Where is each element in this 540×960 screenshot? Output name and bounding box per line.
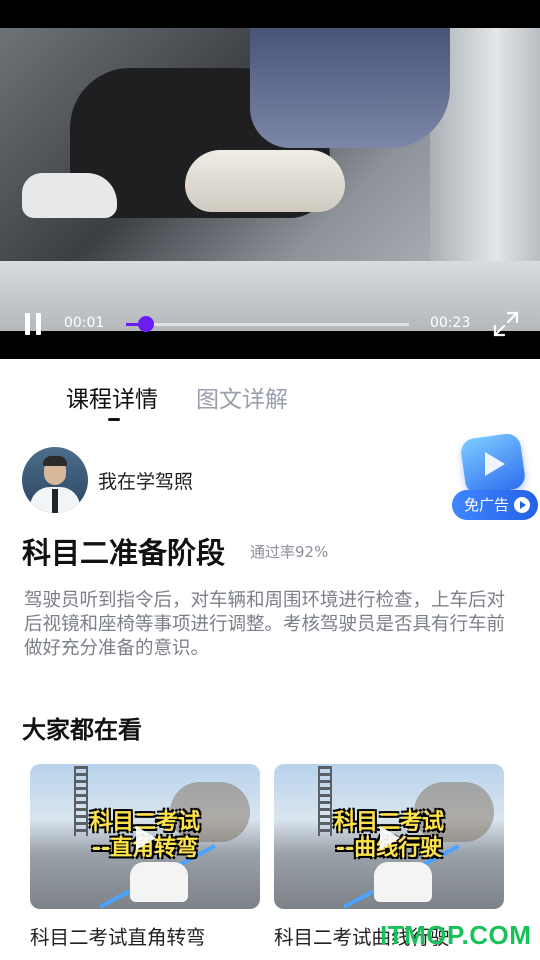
author-row[interactable]: 我在学驾照 bbox=[22, 447, 342, 513]
video-scene-shoe bbox=[22, 173, 117, 218]
progress-thumb[interactable] bbox=[137, 316, 154, 332]
video-scene-jacket bbox=[250, 28, 450, 148]
player-controls: 00:01 00:23 bbox=[0, 308, 540, 340]
avatar-tie bbox=[52, 489, 58, 513]
video-thumbnail[interactable]: 科目二考试 --曲线行驶 bbox=[274, 764, 504, 909]
pass-rate: 通过率92% bbox=[250, 543, 329, 561]
pause-icon[interactable] bbox=[24, 313, 42, 335]
lesson-title: 科目二准备阶段 bbox=[22, 536, 226, 570]
current-time: 00:01 bbox=[64, 315, 105, 331]
author-name[interactable]: 我在学驾照 bbox=[98, 467, 193, 494]
remove-ads-label: 免广告 bbox=[464, 496, 510, 514]
play-icon[interactable] bbox=[136, 826, 156, 850]
play-icon[interactable] bbox=[380, 826, 400, 850]
play-icon bbox=[485, 452, 505, 476]
remove-ads-button[interactable]: 免广告 bbox=[452, 490, 538, 520]
avatar[interactable] bbox=[22, 447, 88, 513]
section-title-popular: 大家都在看 bbox=[22, 716, 142, 744]
fullscreen-icon[interactable] bbox=[493, 311, 519, 337]
video-thumbnail[interactable]: 科目二考试 --直角转弯 bbox=[30, 764, 260, 909]
detail-tabs: 课程详情 图文详解 bbox=[0, 372, 540, 422]
video-scene-seat bbox=[185, 150, 345, 212]
remove-ads-badge[interactable]: 免广告 bbox=[451, 432, 539, 524]
tab-course-details[interactable]: 课程详情 bbox=[66, 380, 158, 414]
status-bar bbox=[0, 0, 540, 28]
thumb-car bbox=[374, 862, 432, 902]
video-card-title[interactable]: 科目二考试直角转弯 bbox=[30, 921, 262, 950]
tab-graphic-explanation[interactable]: 图文详解 bbox=[196, 380, 288, 414]
arrow-right-icon bbox=[514, 497, 530, 513]
progress-bar[interactable] bbox=[126, 316, 409, 332]
avatar-hair bbox=[43, 456, 67, 466]
lesson-description: 驾驶员听到指令后，对车辆和周围环境进行检查，上车后对后视镜和座椅等事项进行调整。… bbox=[24, 590, 506, 659]
thumb-car bbox=[130, 862, 188, 902]
watermark: ITMOP.COM bbox=[380, 920, 532, 950]
video-card[interactable]: 科目二考试 --直角转弯 科目二考试直角转弯 bbox=[30, 764, 262, 950]
active-tab-indicator bbox=[108, 418, 120, 421]
total-time: 00:23 bbox=[430, 315, 471, 331]
